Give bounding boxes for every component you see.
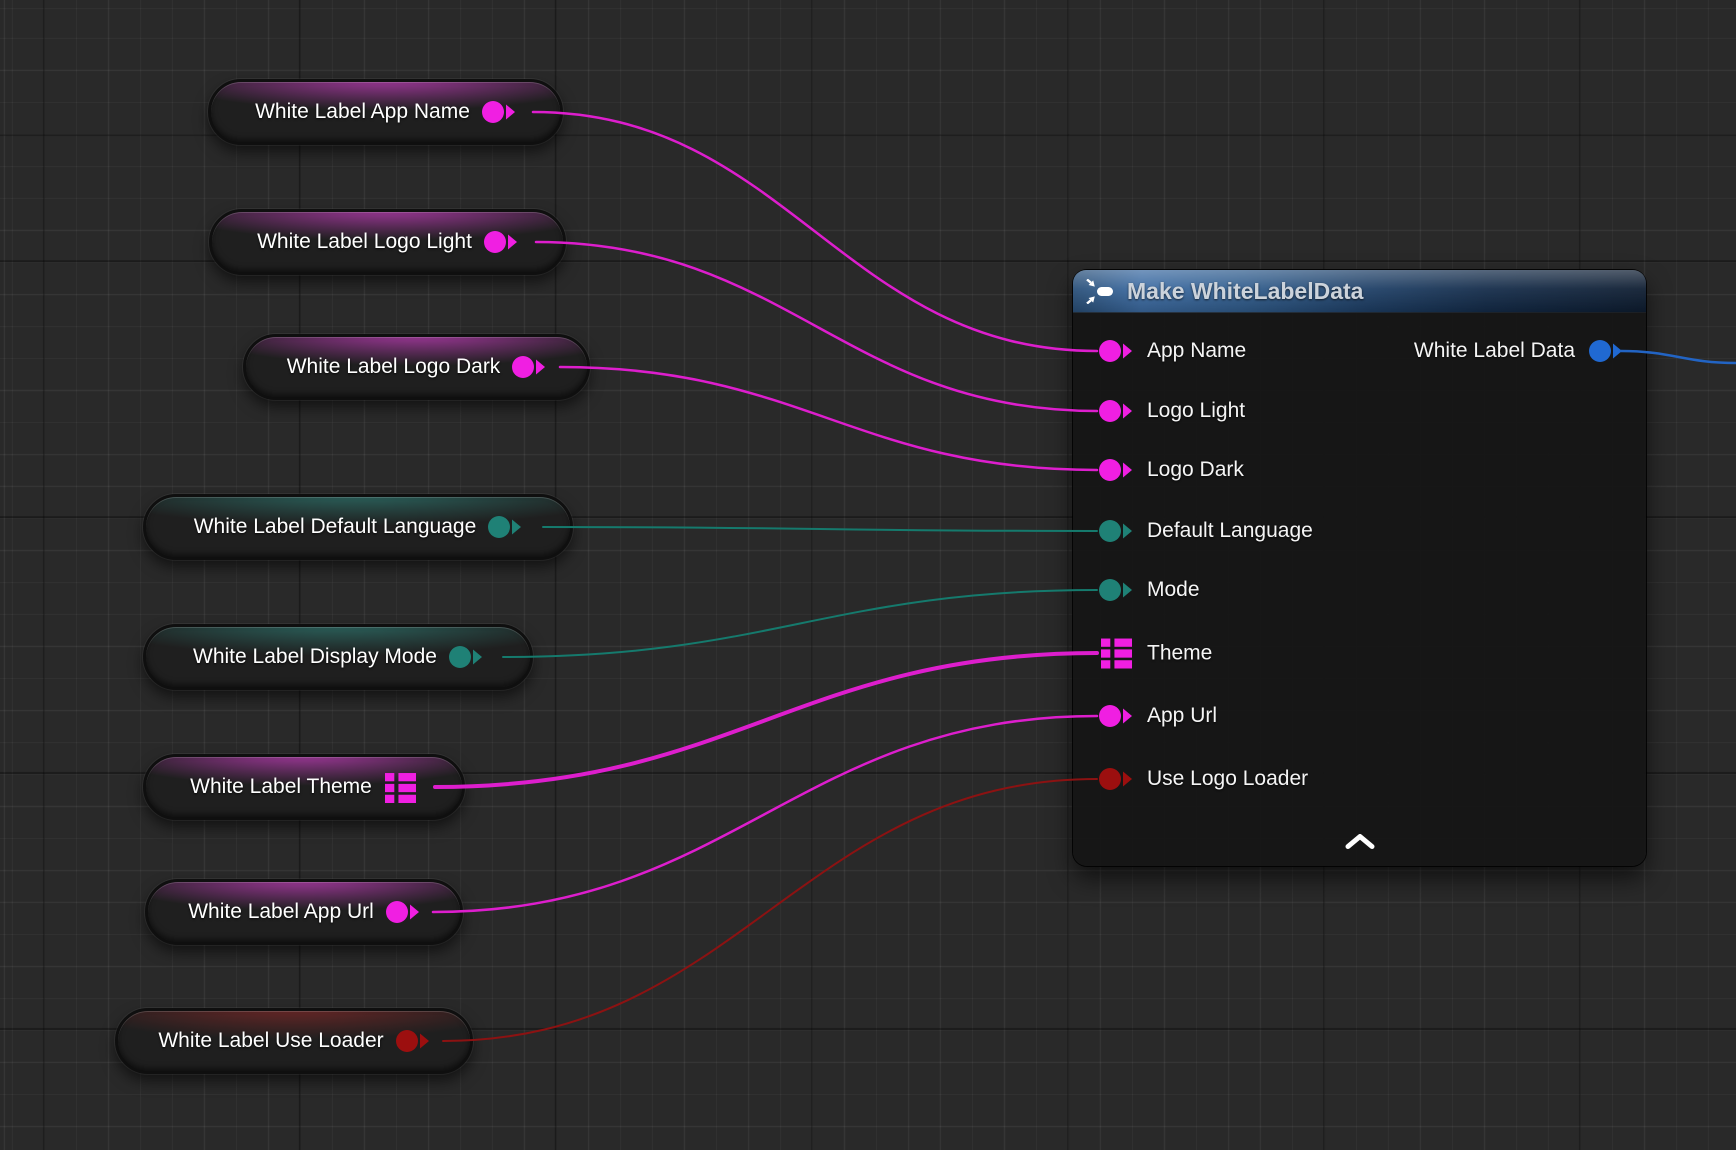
logo-light-input-pin-icon[interactable] xyxy=(1099,399,1133,423)
input-row-default-language: Default Language xyxy=(1099,519,1313,543)
getter-node-white-label-use-loader[interactable]: White Label Use Loader xyxy=(115,1008,473,1074)
output-row-white-label-data: White Label Data xyxy=(1414,339,1623,363)
app-name-input-pin-icon[interactable] xyxy=(1099,339,1133,363)
theme-input-pin-icon[interactable] xyxy=(1099,638,1133,669)
getter-node-white-label-app-name[interactable]: White Label App Name xyxy=(208,79,563,145)
node-header[interactable]: Make WhiteLabelData xyxy=(1073,270,1646,313)
blueprint-graph-canvas[interactable]: White Label App Name White Label Logo Lig… xyxy=(0,0,1736,1150)
white-label-use-loader-output-pin-icon[interactable] xyxy=(396,1029,430,1053)
input-pin-label: App Name xyxy=(1147,339,1246,363)
white-label-default-language-output-pin-icon[interactable] xyxy=(488,515,522,539)
input-pin-label: Mode xyxy=(1147,578,1200,602)
white-label-logo-dark-output-pin-icon[interactable] xyxy=(512,355,546,379)
getter-node-label: White Label Theme xyxy=(190,775,372,799)
wire-white-label-app-name-to-app-name[interactable] xyxy=(533,112,1097,351)
getter-node-label: White Label Use Loader xyxy=(158,1029,383,1053)
input-row-mode: Mode xyxy=(1099,578,1200,602)
input-row-logo-dark: Logo Dark xyxy=(1099,458,1244,482)
output-pin-label: White Label Data xyxy=(1414,339,1575,363)
wire-white-label-display-mode-to-mode[interactable] xyxy=(503,590,1097,657)
getter-node-label: White Label Logo Light xyxy=(257,230,472,254)
wire-white-label-default-language-to-default-language[interactable] xyxy=(543,527,1097,531)
use-logo-loader-input-pin-icon[interactable] xyxy=(1099,767,1133,791)
getter-node-label: White Label App Name xyxy=(255,100,470,124)
input-pin-label: Use Logo Loader xyxy=(1147,767,1308,791)
mode-input-pin-icon[interactable] xyxy=(1099,578,1133,602)
getter-node-white-label-default-language[interactable]: White Label Default Language xyxy=(143,494,573,560)
wire-white-label-app-url-to-app-url[interactable] xyxy=(433,716,1097,912)
getter-node-white-label-display-mode[interactable]: White Label Display Mode xyxy=(143,624,533,690)
wire-white-label-logo-dark-to-logo-dark[interactable] xyxy=(560,367,1097,470)
wire-white-label-theme-to-theme[interactable] xyxy=(435,653,1097,787)
white-label-data-output-pin-icon[interactable] xyxy=(1589,339,1623,363)
input-pin-label: Theme xyxy=(1147,641,1212,665)
input-row-theme: Theme xyxy=(1099,638,1212,669)
node-title: Make WhiteLabelData xyxy=(1127,278,1363,305)
wire-white-label-logo-light-to-logo-light[interactable] xyxy=(536,242,1097,411)
input-pin-label: Default Language xyxy=(1147,519,1313,543)
white-label-app-name-output-pin-icon[interactable] xyxy=(482,100,516,124)
default-language-input-pin-icon[interactable] xyxy=(1099,519,1133,543)
white-label-theme-output-pin-icon[interactable] xyxy=(384,772,418,803)
getter-node-white-label-app-url[interactable]: White Label App Url xyxy=(145,879,463,945)
chevron-up-icon[interactable] xyxy=(1345,834,1375,854)
input-row-app-url: App Url xyxy=(1099,704,1217,728)
getter-node-white-label-logo-dark[interactable]: White Label Logo Dark xyxy=(243,334,590,400)
getter-node-white-label-theme[interactable]: White Label Theme xyxy=(143,754,465,820)
getter-node-label: White Label App Url xyxy=(188,900,374,924)
white-label-app-url-output-pin-icon[interactable] xyxy=(386,900,420,924)
white-label-display-mode-output-pin-icon[interactable] xyxy=(449,645,483,669)
input-row-logo-light: Logo Light xyxy=(1099,399,1245,423)
getter-node-label: White Label Display Mode xyxy=(193,645,437,669)
make-struct-icon xyxy=(1086,279,1116,304)
wire-white-label-use-loader-to-use-logo-loader[interactable] xyxy=(443,779,1097,1041)
getter-node-white-label-logo-light[interactable]: White Label Logo Light xyxy=(209,209,566,275)
input-pin-label: Logo Dark xyxy=(1147,458,1244,482)
make-whitelabeldata-node[interactable]: Make WhiteLabelData App Name Logo Light Log… xyxy=(1073,270,1646,866)
getter-node-label: White Label Logo Dark xyxy=(287,355,501,379)
input-row-use-logo-loader: Use Logo Loader xyxy=(1099,767,1308,791)
white-label-logo-light-output-pin-icon[interactable] xyxy=(484,230,518,254)
input-pin-label: App Url xyxy=(1147,704,1217,728)
getter-node-label: White Label Default Language xyxy=(194,515,477,539)
input-pin-label: Logo Light xyxy=(1147,399,1245,423)
input-row-app-name: App Name xyxy=(1099,339,1246,363)
app-url-input-pin-icon[interactable] xyxy=(1099,704,1133,728)
logo-dark-input-pin-icon[interactable] xyxy=(1099,458,1133,482)
